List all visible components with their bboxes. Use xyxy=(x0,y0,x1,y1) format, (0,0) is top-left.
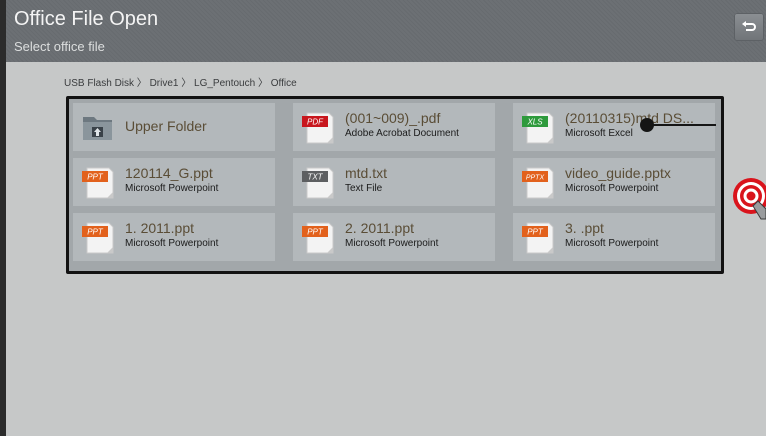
breadcrumb: USB Flash Disk 〉 Drive1 〉 LG_Pentouch 〉 … xyxy=(64,78,297,89)
callout-dot xyxy=(640,118,654,132)
xls-badge-text: XLS xyxy=(526,118,543,127)
header-bar: Office File Open Select office file xyxy=(6,0,766,62)
file-tile[interactable]: PPT 1. 2011.ppt Microsoft Powerpoint xyxy=(73,213,275,261)
page-subtitle: Select office file xyxy=(14,39,105,54)
file-tile[interactable]: PPT 120114_G.ppt Microsoft Powerpoint xyxy=(73,158,275,206)
ppt-file-icon: PPT xyxy=(82,222,114,254)
file-type: Microsoft Powerpoint xyxy=(565,238,659,249)
ppt-file-icon: PPT xyxy=(522,222,554,254)
file-tile-upper-folder[interactable]: Upper Folder xyxy=(73,103,275,151)
ppt-badge-text: PPT xyxy=(527,228,544,237)
file-type: Microsoft Powerpoint xyxy=(125,183,219,194)
ppt-badge-text: PPT xyxy=(307,228,324,237)
file-type: Microsoft Powerpoint xyxy=(565,183,659,194)
file-name: 3. .ppt xyxy=(565,220,604,236)
xls-file-icon: XLS xyxy=(522,112,554,144)
file-name: video_guide.pptx xyxy=(565,165,671,181)
file-type: Microsoft Powerpoint xyxy=(125,238,219,249)
pdf-badge-text: PDF xyxy=(307,118,324,127)
ppt-file-icon: PPT xyxy=(82,167,114,199)
file-tile[interactable]: PDF (001~009)_.pdf Adobe Acrobat Documen… xyxy=(293,103,495,151)
ppt-file-icon: PPT xyxy=(302,222,334,254)
upper-folder-icon xyxy=(83,117,112,140)
page-title: Office File Open xyxy=(14,8,159,30)
txt-file-icon: TXT xyxy=(302,167,334,199)
txt-badge-text: TXT xyxy=(307,173,323,182)
ppt-badge-text: PPT xyxy=(87,173,104,182)
office-file-open-window: Office File Open Select office file USB … xyxy=(6,0,766,436)
pen-target-icon xyxy=(733,178,766,220)
pptx-file-icon: PPTX xyxy=(522,167,554,199)
file-grid: Upper Folder PDF (001~009)_.pdf Adobe Ac… xyxy=(66,96,724,274)
file-name: Upper Folder xyxy=(125,118,207,134)
file-name: 1. 2011.ppt xyxy=(125,220,195,236)
back-arrow-icon xyxy=(742,21,756,31)
back-button[interactable] xyxy=(734,13,764,41)
file-tile[interactable]: PPTX video_guide.pptx Microsoft Powerpoi… xyxy=(513,158,715,206)
file-type: Text File xyxy=(345,183,383,194)
file-tile[interactable]: PPT 3. .ppt Microsoft Powerpoint xyxy=(513,213,715,261)
file-name: 2. 2011.ppt xyxy=(345,220,415,236)
file-name: mtd.txt xyxy=(345,165,388,181)
file-type: Microsoft Powerpoint xyxy=(345,238,439,249)
file-tile[interactable]: XLS (20110315)mtd DS... Microsoft Excel xyxy=(513,103,715,151)
callout-line xyxy=(648,124,716,126)
ppt-badge-text: PPT xyxy=(87,228,104,237)
pptx-badge-text: PPTX xyxy=(526,175,545,182)
file-tile[interactable]: PPT 2. 2011.ppt Microsoft Powerpoint xyxy=(293,213,495,261)
pdf-file-icon: PDF xyxy=(302,112,334,144)
file-name: (001~009)_.pdf xyxy=(345,110,441,126)
file-tile[interactable]: TXT mtd.txt Text File xyxy=(293,158,495,206)
file-type: Adobe Acrobat Document xyxy=(345,128,459,139)
file-type: Microsoft Excel xyxy=(565,128,633,139)
file-name: 120114_G.ppt xyxy=(125,165,213,181)
